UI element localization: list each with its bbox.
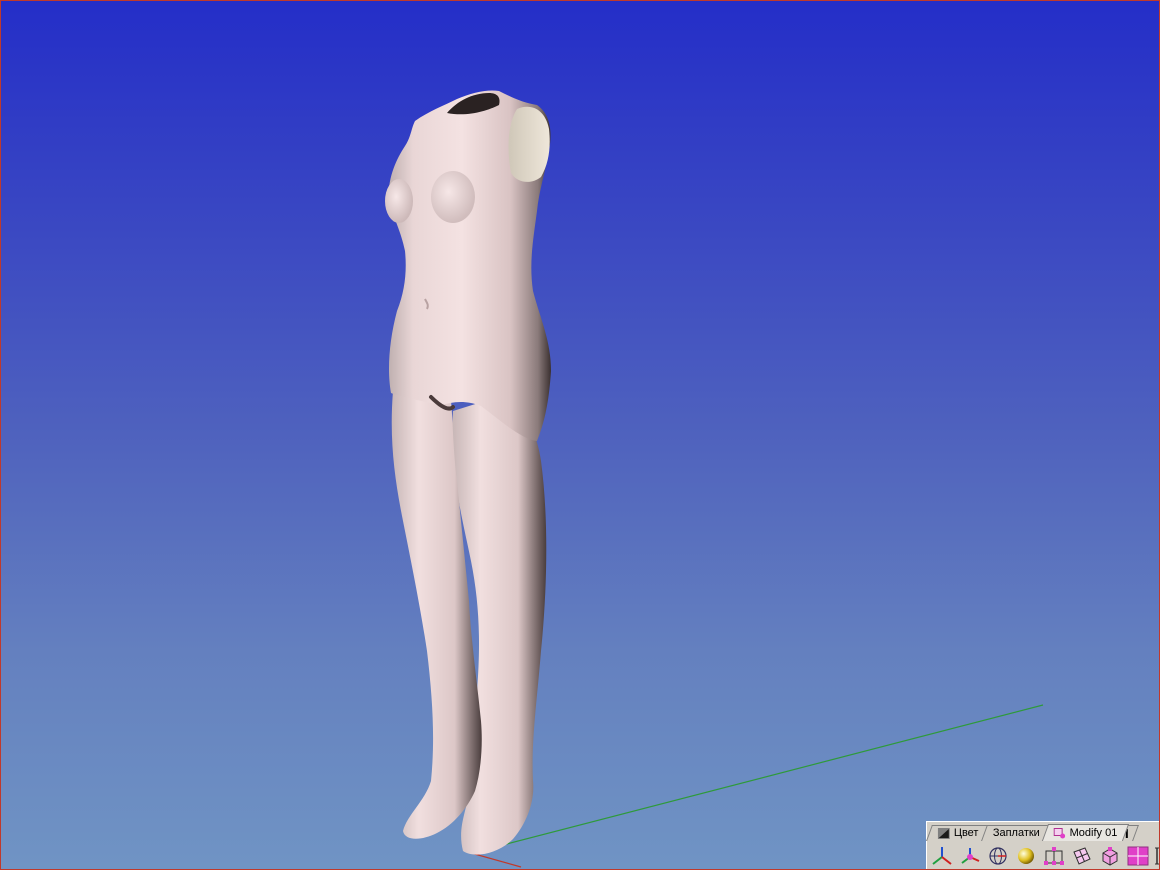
modify-toolbar-panel: Цвет Заплатки Modify 01 xyxy=(926,821,1159,869)
control-points-tool-button[interactable] xyxy=(1041,844,1067,869)
move-axes-tool-button[interactable] xyxy=(957,844,983,869)
model-right-breast xyxy=(431,171,475,223)
shaded-sphere-tool-icon xyxy=(1018,848,1034,864)
model-left-breast xyxy=(385,179,413,223)
grid-select-tool-icon xyxy=(1127,846,1149,866)
modify-tab-icon xyxy=(1053,827,1065,839)
sphere-grid-tool-button[interactable] xyxy=(985,844,1011,869)
scene-canvas[interactable] xyxy=(1,1,1159,869)
tool-icons-row xyxy=(929,843,1159,869)
axes-tool-icon xyxy=(932,847,952,865)
move-axes-tool-icon xyxy=(961,848,980,864)
cube-select-tool-icon xyxy=(1102,847,1118,866)
tab-label: Modify 01 xyxy=(1069,826,1118,839)
tab-label: Заплатки xyxy=(992,827,1040,839)
color-tab-icon xyxy=(937,828,950,839)
3d-viewport[interactable]: Цвет Заплатки Modify 01 xyxy=(0,0,1160,870)
model-arm-opening xyxy=(508,106,550,182)
tab-patches[interactable]: Заплатки xyxy=(980,825,1051,841)
patch-edit-tool-icon xyxy=(1073,847,1091,865)
toolbar-tabs: Цвет Заплатки Modify 01 xyxy=(926,824,1140,841)
tab-modify-01[interactable]: Modify 01 xyxy=(1041,824,1129,841)
control-points-tool-icon xyxy=(1044,847,1064,865)
axes-tool-button[interactable] xyxy=(929,844,955,869)
tab-color[interactable]: Цвет xyxy=(926,825,990,841)
more-tools-button[interactable] xyxy=(1153,844,1159,869)
tab-label: Цвет xyxy=(953,827,979,839)
grid-select-tool-button[interactable] xyxy=(1125,844,1151,869)
ground-x-axis xyxy=(470,852,522,868)
cube-select-tool-button[interactable] xyxy=(1097,844,1123,869)
sphere-grid-tool-icon xyxy=(989,847,1007,865)
patch-edit-tool-button[interactable] xyxy=(1069,844,1095,869)
more-tools-icon xyxy=(1155,847,1159,865)
shaded-sphere-tool-button[interactable] xyxy=(1013,844,1039,869)
